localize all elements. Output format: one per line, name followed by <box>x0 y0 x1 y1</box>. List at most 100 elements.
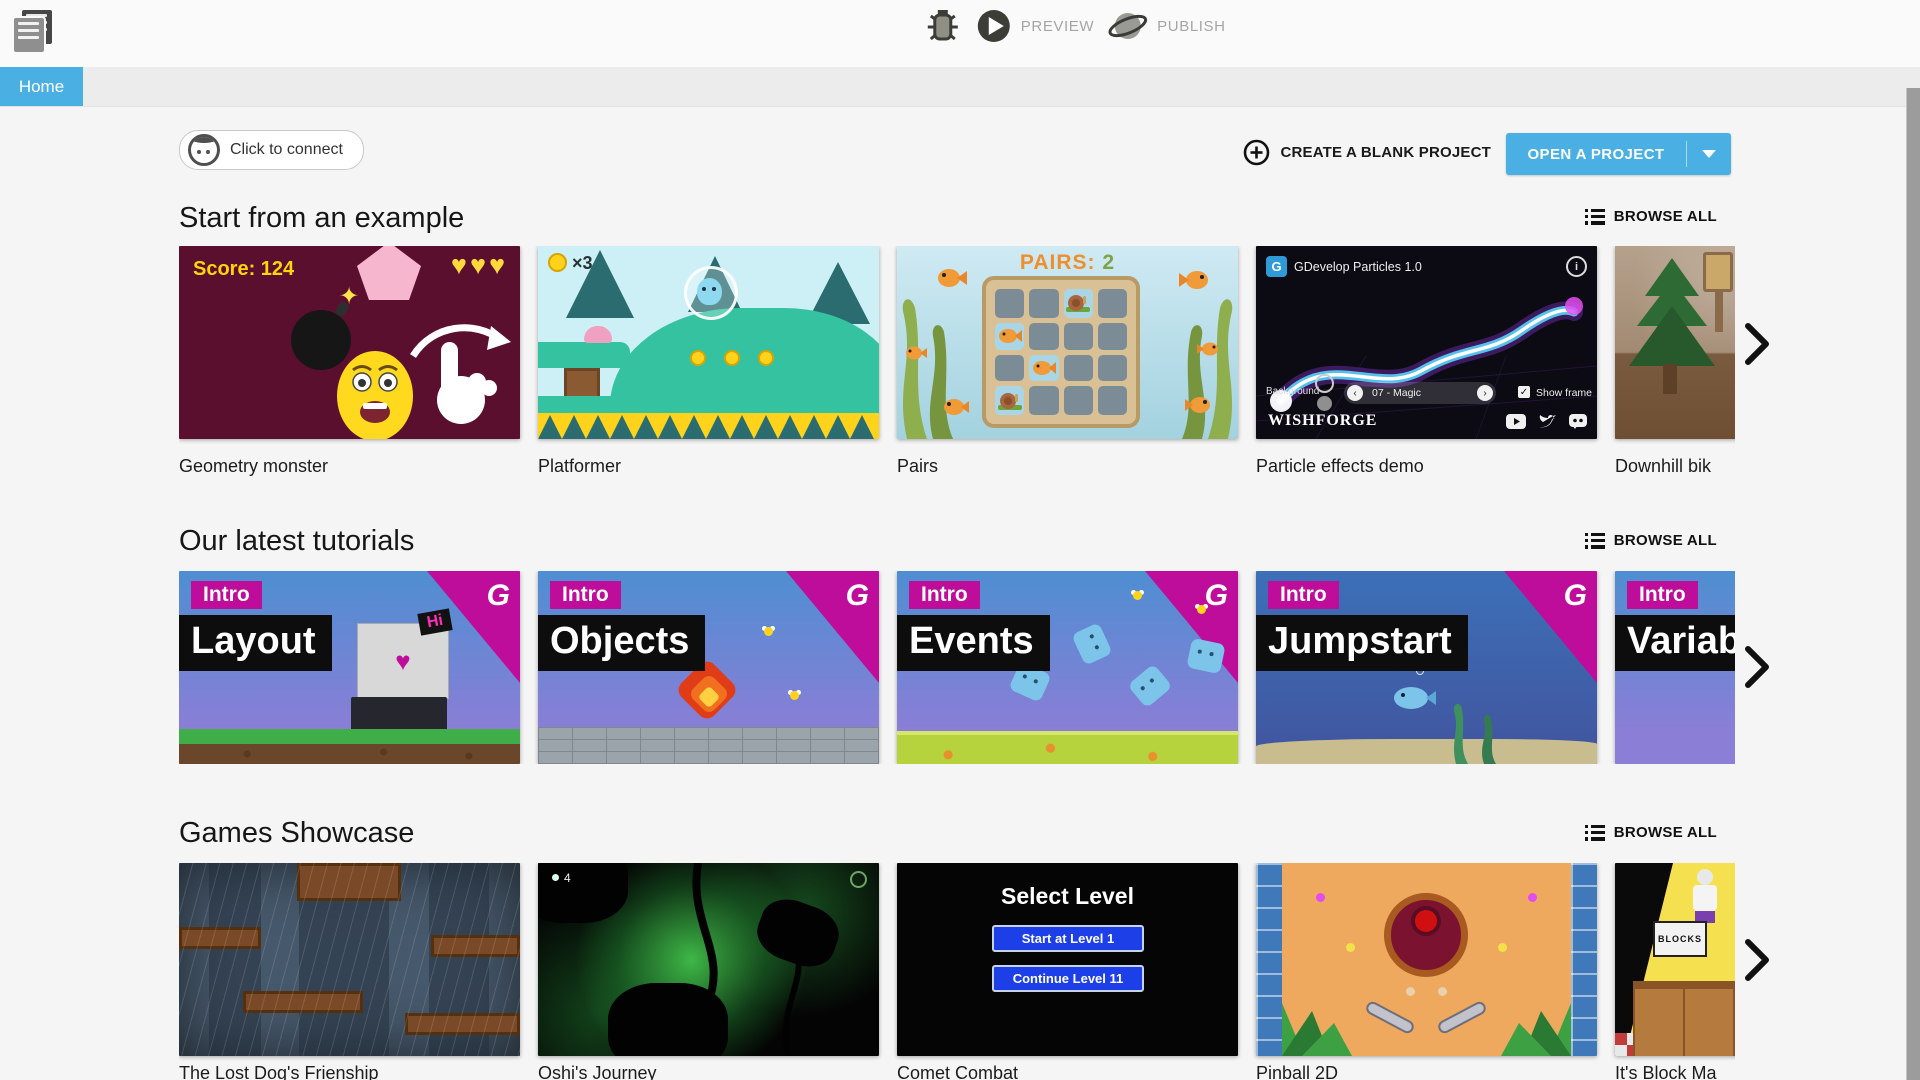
tutorial-thumbnail: G Intro Events <box>897 571 1238 764</box>
wooden-sign <box>1703 252 1733 292</box>
open-project-label: OPEN A PROJECT <box>1527 145 1665 163</box>
browse-all-label: BROWSE ALL <box>1613 532 1717 549</box>
scroll-right-examples[interactable] <box>1742 322 1772 366</box>
showcase-card-pinball[interactable] <box>1256 863 1597 1056</box>
topic-title: Objects <box>538 615 706 671</box>
example-card-particle-effects[interactable]: G GDevelop Particles 1.0 i Background ‹ … <box>1256 246 1597 439</box>
showcase-card-blocks[interactable]: BLOCKS <box>1615 863 1735 1056</box>
example-card-platformer[interactable]: ×3 <box>538 246 879 439</box>
flipper-left <box>1363 999 1417 1036</box>
tile <box>1063 386 1093 415</box>
browse-all-tutorials[interactable]: BROWSE ALL <box>1584 532 1717 549</box>
light <box>1438 987 1447 996</box>
browse-all-label: BROWSE ALL <box>1613 824 1717 841</box>
green-fan-right <box>1501 1003 1571 1056</box>
comet-combat-thumbnail: Select Level Start at Level 1 Continue L… <box>897 863 1238 1056</box>
youtube-icon <box>1506 414 1526 429</box>
geometry-monster-thumbnail: Score: 124 ♥♥♥ ✦ <box>179 246 520 439</box>
tile <box>1029 289 1059 318</box>
card-title: Comet Combat <box>897 1063 1019 1080</box>
continue-level-button: Continue Level 11 <box>992 965 1144 992</box>
fish <box>944 399 969 415</box>
tutorial-card-events[interactable]: G Intro Events <box>897 571 1238 764</box>
light <box>1406 987 1415 996</box>
example-card-pairs[interactable]: PAIRS: 2 <box>897 246 1238 439</box>
spikes <box>538 415 874 439</box>
pentagon-shape <box>357 246 421 300</box>
background-label: Background <box>1266 386 1320 397</box>
pause-ring-icon <box>850 871 867 888</box>
example-card-downhill[interactable] <box>1615 246 1735 439</box>
examples-row: Score: 124 ♥♥♥ ✦ Geometry monster ×3 Pla… <box>179 246 1735 476</box>
debug-button[interactable] <box>924 6 962 46</box>
showcase-card-lost-dog[interactable] <box>179 863 520 1056</box>
tree-trunk <box>1663 364 1677 394</box>
tutorial-card-layout[interactable]: G ♥ Hi Intro Layout <box>179 571 520 764</box>
tile-fish <box>1029 354 1059 382</box>
tutorial-thumbnail: G Intro Objects <box>538 571 879 764</box>
fly <box>1133 591 1142 600</box>
section-title-tutorials: Our latest tutorials <box>179 525 415 557</box>
hearts-icons: ♥♥♥ <box>450 250 508 280</box>
info-icon: i <box>1566 256 1587 277</box>
publish-button[interactable]: PUBLISH <box>1108 8 1225 44</box>
pairs-thumbnail: PAIRS: 2 <box>897 246 1238 439</box>
collectible-count: 4 <box>564 871 571 885</box>
tutorial-card-variables[interactable]: G +1 Intro Variables <box>1615 571 1735 764</box>
light <box>1316 893 1325 902</box>
list-icon <box>1584 208 1605 225</box>
preview-button[interactable]: PREVIEW <box>976 8 1094 44</box>
showcase-card-comet-combat[interactable]: Select Level Start at Level 1 Continue L… <box>897 863 1238 1056</box>
card-title: It's Block Ma <box>1615 1063 1717 1080</box>
intro-badge: Intro <box>191 581 262 609</box>
publish-label: PUBLISH <box>1157 17 1226 35</box>
particles-thumbnail: G GDevelop Particles 1.0 i Background ‹ … <box>1256 246 1597 439</box>
example-card-geometry-monster[interactable]: Score: 124 ♥♥♥ ✦ <box>179 246 520 439</box>
browse-all-examples[interactable]: BROWSE ALL <box>1584 208 1717 225</box>
showcase-card-oshi[interactable]: 4 <box>538 863 879 1056</box>
card-title: Geometry monster <box>179 456 329 476</box>
connect-button[interactable]: Click to connect <box>179 130 364 170</box>
bubble <box>684 266 738 320</box>
gdevelop-logo: G <box>1204 579 1228 612</box>
blocks-thumbnail: BLOCKS <box>1615 863 1735 1056</box>
page-scrollbar[interactable] <box>1906 88 1920 1080</box>
particle-swirl <box>1256 297 1597 439</box>
plus-circle-icon <box>1244 139 1270 166</box>
tab-strip: Home <box>0 67 1920 107</box>
connect-label: Click to connect <box>230 141 343 158</box>
fish <box>906 346 927 360</box>
light <box>1528 893 1537 902</box>
tutorial-card-jumpstart[interactable]: G Intro Jumpstart <box>1256 571 1597 764</box>
pinball-thumbnail <box>1256 863 1597 1056</box>
tile <box>1097 322 1127 350</box>
card-title: Pairs <box>897 456 939 476</box>
browse-all-showcase[interactable]: BROWSE ALL <box>1584 824 1717 841</box>
coin <box>690 350 706 366</box>
gdevelop-logo-chip: G <box>1266 256 1287 277</box>
tile-fish <box>995 322 1025 350</box>
create-blank-label: CREATE A BLANK PROJECT <box>1280 144 1491 161</box>
open-project-dropdown[interactable] <box>1686 141 1731 167</box>
create-blank-project-button[interactable]: CREATE A BLANK PROJECT <box>1243 139 1491 166</box>
preset-name: 07 - Magic <box>1372 387 1422 399</box>
card-title: Downhill bik <box>1615 456 1712 476</box>
project-manager-icon[interactable] <box>14 10 54 54</box>
scroll-right-tutorials[interactable] <box>1742 645 1772 689</box>
rain-overlay <box>179 863 520 1056</box>
open-project-button[interactable]: OPEN A PROJECT <box>1506 133 1731 175</box>
tile-border-left <box>1256 863 1282 1056</box>
next-preset-icon: › <box>1477 385 1493 401</box>
planet-icon <box>1108 13 1148 39</box>
coin <box>724 350 740 366</box>
discord-icon <box>1569 414 1587 429</box>
preset-selector: ‹ 07 - Magic › <box>1344 382 1496 404</box>
pairs-value: 2 <box>1102 251 1116 274</box>
tile <box>995 289 1025 318</box>
dirt-strip <box>179 744 520 764</box>
tab-home[interactable]: Home <box>0 67 83 106</box>
tutorial-card-objects[interactable]: G Intro Objects <box>538 571 879 764</box>
sand-floor <box>1256 739 1597 764</box>
section-title-showcase: Games Showcase <box>179 817 415 849</box>
scroll-right-showcase[interactable] <box>1742 938 1772 982</box>
